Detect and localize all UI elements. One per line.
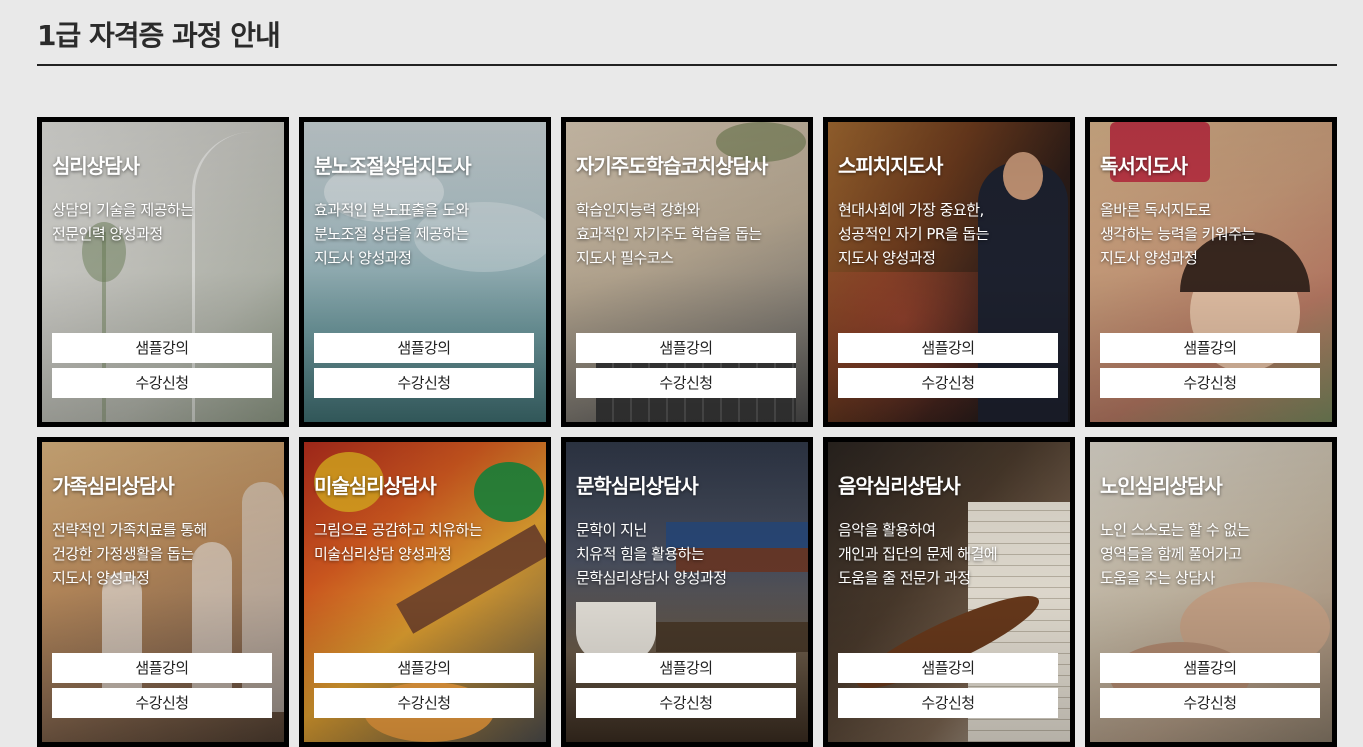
course-grid: 심리상담사 상담의 기술을 제공하는 전문인력 양성과정 샘플강의 수강신청 분… <box>37 117 1338 747</box>
card-title: 심리상담사 <box>52 154 140 178</box>
enroll-button[interactable]: 수강신청 <box>314 688 534 718</box>
card-desc-line: 전문인력 양성과정 <box>52 225 163 243</box>
card-desc-line: 도움을 줄 전문가 과정 <box>838 569 971 587</box>
card-title: 음악심리상담사 <box>838 474 961 498</box>
sample-lecture-button[interactable]: 샘플강의 <box>52 333 272 363</box>
card-desc-line: 영역들을 함께 풀어가고 <box>1100 545 1242 563</box>
card-title: 문학심리상담사 <box>576 474 699 498</box>
sample-lecture-button[interactable]: 샘플강의 <box>1100 653 1320 683</box>
card-description: 전략적인 가족치료를 통해 건강한 가정생활을 돕는 지도사 양성과정 <box>52 518 280 590</box>
enroll-button[interactable]: 수강신청 <box>1100 368 1320 398</box>
enroll-button[interactable]: 수강신청 <box>52 368 272 398</box>
enroll-button[interactable]: 수강신청 <box>52 688 272 718</box>
card-title: 스피치지도사 <box>838 154 943 178</box>
card-title: 미술심리상담사 <box>314 474 437 498</box>
card-desc-line: 그림으로 공감하고 치유하는 <box>314 521 483 539</box>
card-desc-line: 지도사 양성과정 <box>314 249 412 267</box>
card-desc-line: 지도사 필수코스 <box>576 249 674 267</box>
card-title: 가족심리상담사 <box>52 474 175 498</box>
card-title: 자기주도학습코치상담사 <box>576 154 768 178</box>
card-description: 음악을 활용하여 개인과 집단의 문제 해결에 도움을 줄 전문가 과정 <box>838 518 1066 590</box>
card-desc-line: 지도사 양성과정 <box>838 249 936 267</box>
sample-lecture-button[interactable]: 샘플강의 <box>576 333 796 363</box>
card-desc-line: 현대사회에 가장 중요한, <box>838 201 984 219</box>
course-card-anger-management: 분노조절상담지도사 효과적인 분노표출을 도와 분노조절 상담을 제공하는 지도… <box>299 117 551 427</box>
course-card-literature-therapy: 문학심리상담사 문학이 지닌 치유적 힘을 활용하는 문학심리상담사 양성과정 … <box>561 437 813 747</box>
card-title: 독서지도사 <box>1100 154 1188 178</box>
card-desc-line: 올바른 독서지도로 <box>1100 201 1211 219</box>
card-desc-line: 문학이 지닌 <box>576 521 647 539</box>
card-desc-line: 음악을 활용하여 <box>838 521 936 539</box>
card-desc-line: 효과적인 자기주도 학습을 돕는 <box>576 225 762 243</box>
card-desc-line: 문학심리상담사 양성과정 <box>576 569 727 587</box>
card-description: 노인 스스로는 할 수 없는 영역들을 함께 풀어가고 도움을 주는 상담사 <box>1100 518 1328 590</box>
card-description: 올바른 독서지도로 생각하는 능력을 키워주는 지도사 양성과정 <box>1100 198 1328 270</box>
card-title: 분노조절상담지도사 <box>314 154 472 178</box>
card-desc-line: 개인과 집단의 문제 해결에 <box>838 545 998 563</box>
enroll-button[interactable]: 수강신청 <box>576 688 796 718</box>
card-description: 학습인지능력 강화와 효과적인 자기주도 학습을 돕는 지도사 필수코스 <box>576 198 804 270</box>
card-desc-line: 효과적인 분노표출을 도와 <box>314 201 469 219</box>
enroll-button[interactable]: 수강신청 <box>838 688 1058 718</box>
sample-lecture-button[interactable]: 샘플강의 <box>576 653 796 683</box>
card-desc-line: 성공적인 자기 PR을 돕는 <box>838 225 989 243</box>
course-card-speech-instructor: 스피치지도사 현대사회에 가장 중요한, 성공적인 자기 PR을 돕는 지도사 … <box>823 117 1075 427</box>
course-card-psych-counselor: 심리상담사 상담의 기술을 제공하는 전문인력 양성과정 샘플강의 수강신청 <box>37 117 289 427</box>
card-description: 문학이 지닌 치유적 힘을 활용하는 문학심리상담사 양성과정 <box>576 518 804 590</box>
card-desc-line: 전략적인 가족치료를 통해 <box>52 521 207 539</box>
card-description: 현대사회에 가장 중요한, 성공적인 자기 PR을 돕는 지도사 양성과정 <box>838 198 1066 270</box>
course-card-music-therapy: 음악심리상담사 음악을 활용하여 개인과 집단의 문제 해결에 도움을 줄 전문… <box>823 437 1075 747</box>
sample-lecture-button[interactable]: 샘플강의 <box>314 333 534 363</box>
card-desc-line: 치유적 힘을 활용하는 <box>576 545 705 563</box>
course-card-reading-instructor: 독서지도사 올바른 독서지도로 생각하는 능력을 키워주는 지도사 양성과정 샘… <box>1085 117 1337 427</box>
course-card-art-therapy: 미술심리상담사 그림으로 공감하고 치유하는 미술심리상담 양성과정 샘플강의 … <box>299 437 551 747</box>
card-desc-line: 생각하는 능력을 키워주는 <box>1100 225 1255 243</box>
card-desc-line: 건강한 가정생활을 돕는 <box>52 545 194 563</box>
card-desc-line: 지도사 양성과정 <box>1100 249 1198 267</box>
card-desc-line: 분노조절 상담을 제공하는 <box>314 225 469 243</box>
card-desc-line: 상담의 기술을 제공하는 <box>52 201 194 219</box>
sample-lecture-button[interactable]: 샘플강의 <box>314 653 534 683</box>
course-card-elderly-counselor: 노인심리상담사 노인 스스로는 할 수 없는 영역들을 함께 풀어가고 도움을 … <box>1085 437 1337 747</box>
page-header: 1급 자격증 과정 안내 <box>37 14 1337 66</box>
card-desc-line: 노인 스스로는 할 수 없는 <box>1100 521 1251 539</box>
enroll-button[interactable]: 수강신청 <box>314 368 534 398</box>
page-title: 1급 자격증 과정 안내 <box>37 19 281 52</box>
enroll-button[interactable]: 수강신청 <box>576 368 796 398</box>
sample-lecture-button[interactable]: 샘플강의 <box>838 333 1058 363</box>
card-desc-line: 미술심리상담 양성과정 <box>314 545 452 563</box>
card-description: 상담의 기술을 제공하는 전문인력 양성과정 <box>52 198 280 246</box>
sample-lecture-button[interactable]: 샘플강의 <box>1100 333 1320 363</box>
card-desc-line: 지도사 양성과정 <box>52 569 150 587</box>
course-card-family-counselor: 가족심리상담사 전략적인 가족치료를 통해 건강한 가정생활을 돕는 지도사 양… <box>37 437 289 747</box>
enroll-button[interactable]: 수강신청 <box>838 368 1058 398</box>
card-description: 효과적인 분노표출을 도와 분노조절 상담을 제공하는 지도사 양성과정 <box>314 198 542 270</box>
card-desc-line: 도움을 주는 상담사 <box>1100 569 1215 587</box>
card-title: 노인심리상담사 <box>1100 474 1223 498</box>
course-card-self-directed-learning: 자기주도학습코치상담사 학습인지능력 강화와 효과적인 자기주도 학습을 돕는 … <box>561 117 813 427</box>
card-desc-line: 학습인지능력 강화와 <box>576 201 700 219</box>
sample-lecture-button[interactable]: 샘플강의 <box>52 653 272 683</box>
sample-lecture-button[interactable]: 샘플강의 <box>838 653 1058 683</box>
enroll-button[interactable]: 수강신청 <box>1100 688 1320 718</box>
card-description: 그림으로 공감하고 치유하는 미술심리상담 양성과정 <box>314 518 542 566</box>
